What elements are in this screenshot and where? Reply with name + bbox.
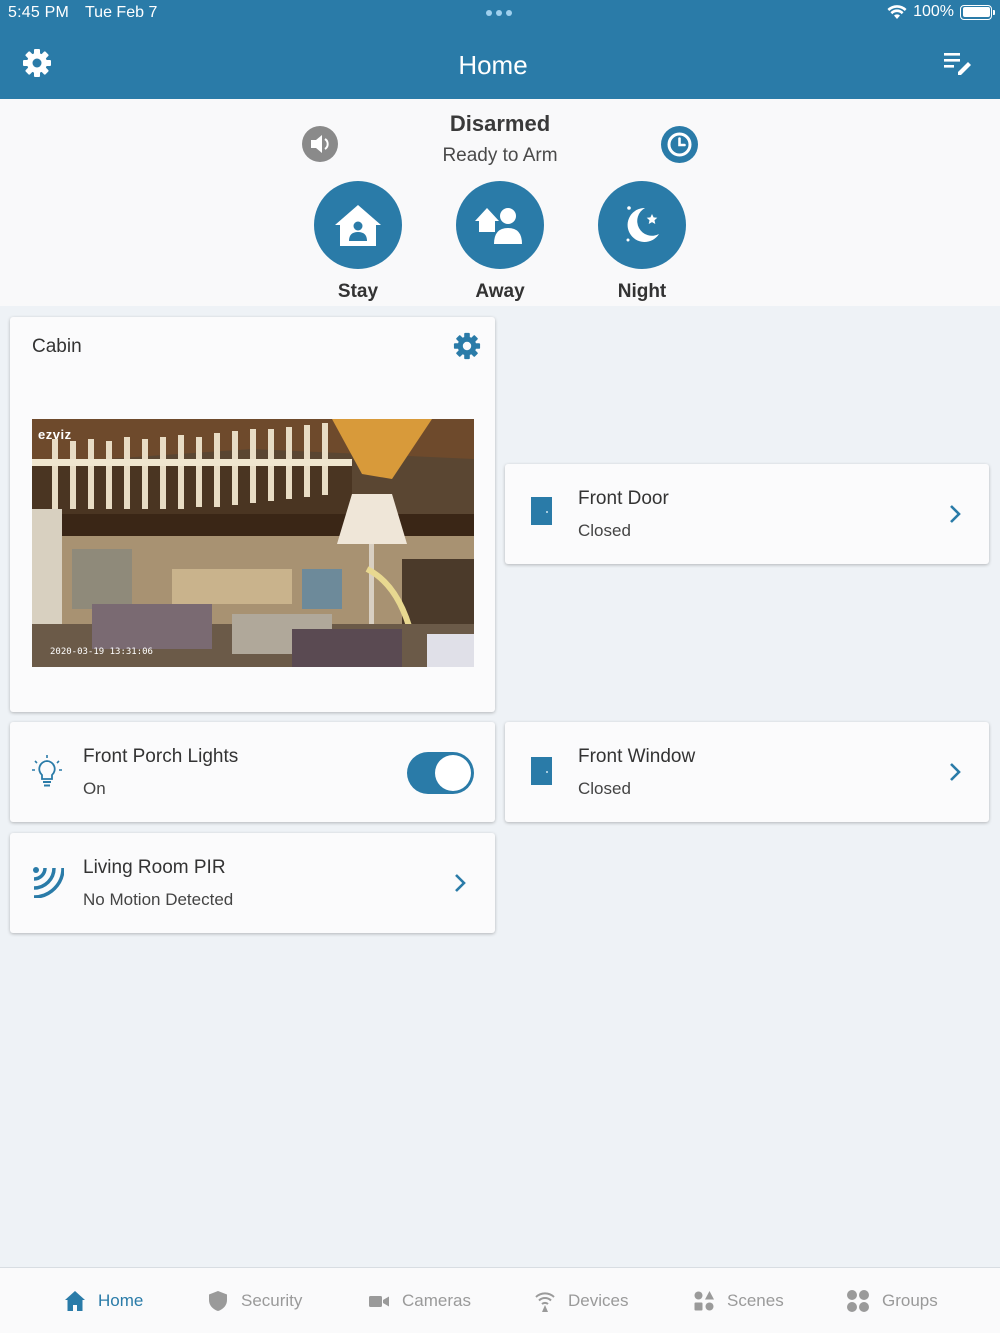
night-label: Night xyxy=(617,281,667,302)
living-room-pir-card[interactable]: Living Room PIR No Motion Detected xyxy=(10,833,495,933)
door-icon xyxy=(531,497,552,525)
moon-stars-icon xyxy=(626,206,659,242)
groups-icon xyxy=(847,1290,869,1312)
home-person-icon xyxy=(335,205,381,246)
shield-icon xyxy=(209,1291,227,1311)
battery-percent: 100% xyxy=(913,3,954,20)
camera-image xyxy=(32,419,474,667)
clock-icon xyxy=(667,132,692,157)
away-person-icon xyxy=(475,208,522,244)
status-time: 5:45 PM xyxy=(8,4,69,21)
away-mode-button[interactable]: Away xyxy=(455,181,545,303)
front-window-card[interactable]: Front Window Closed xyxy=(505,722,989,822)
front-door-state: Closed xyxy=(578,521,631,540)
status-indicators: 100% xyxy=(887,3,995,21)
home-icon xyxy=(65,1291,85,1311)
tab-security[interactable]: Security xyxy=(207,1268,302,1333)
arm-panel: Disarmed Ready to Arm Stay Away Night xyxy=(0,99,1000,306)
tab-security-label: Security xyxy=(241,1291,303,1310)
tab-home-label: Home xyxy=(98,1291,144,1310)
front-porch-lights-state: On xyxy=(83,779,106,798)
front-door-name: Front Door xyxy=(578,488,669,509)
scenes-icon xyxy=(694,1291,714,1311)
speaker-mute-icon xyxy=(311,135,329,153)
camera-name: Cabin xyxy=(32,336,82,357)
multitasking-dots[interactable] xyxy=(486,10,512,16)
motion-sensor-icon xyxy=(33,867,64,898)
camera-card[interactable]: Cabin ezviz 2020-03-19 13:31:06 xyxy=(10,317,495,712)
arm-status: Disarmed xyxy=(449,111,551,136)
tab-scenes[interactable]: Scenes xyxy=(693,1268,784,1333)
front-door-card[interactable]: Front Door Closed xyxy=(505,464,989,564)
page-title: Home xyxy=(458,50,528,80)
bottom-tab-bar: Home Security Cameras Devices Scenes Gro… xyxy=(0,1267,1000,1333)
tab-cameras-label: Cameras xyxy=(402,1291,471,1310)
schedule-button[interactable] xyxy=(661,126,698,163)
camera-timestamp: 2020-03-19 13:31:06 xyxy=(50,647,153,657)
chevron-right-icon[interactable] xyxy=(948,762,962,782)
edit-list-icon[interactable] xyxy=(942,50,972,76)
chevron-right-icon[interactable] xyxy=(948,504,962,524)
front-window-name: Front Window xyxy=(578,746,696,767)
stay-label: Stay xyxy=(337,281,379,302)
wifi-icon xyxy=(535,1292,555,1312)
living-room-pir-name: Living Room PIR xyxy=(83,857,226,878)
living-room-pir-state: No Motion Detected xyxy=(83,890,234,909)
stay-mode-button[interactable]: Stay xyxy=(313,181,403,303)
tab-devices-label: Devices xyxy=(568,1291,629,1310)
battery-icon xyxy=(960,4,995,20)
away-label: Away xyxy=(475,281,525,302)
tab-devices[interactable]: Devices xyxy=(534,1268,628,1333)
wifi-status-icon xyxy=(887,4,907,19)
lights-toggle[interactable] xyxy=(407,752,474,794)
status-date: Tue Feb 7 xyxy=(85,4,158,21)
front-porch-lights-name: Front Porch Lights xyxy=(83,746,239,767)
mute-button[interactable] xyxy=(302,126,338,162)
camera-snapshot[interactable]: ezviz 2020-03-19 13:31:06 xyxy=(32,419,474,667)
tab-scenes-label: Scenes xyxy=(727,1291,784,1310)
window-icon xyxy=(531,757,552,785)
camera-brand-watermark: ezviz xyxy=(38,427,72,442)
tab-groups[interactable]: Groups xyxy=(846,1268,938,1333)
front-window-state: Closed xyxy=(578,779,631,798)
front-porch-lights-card[interactable]: Front Porch Lights On xyxy=(10,722,495,822)
toggle-knob xyxy=(435,755,471,791)
chevron-right-icon[interactable] xyxy=(453,873,467,893)
tab-groups-label: Groups xyxy=(882,1291,938,1310)
lightbulb-icon xyxy=(32,755,62,787)
camera-settings-gear-icon[interactable] xyxy=(453,332,481,360)
camera-icon xyxy=(369,1296,389,1307)
top-bar: 5:45 PM Tue Feb 7 100% Home xyxy=(0,0,1000,99)
night-mode-button[interactable]: Night xyxy=(597,181,687,303)
arm-subtitle: Ready to Arm xyxy=(442,145,558,166)
tab-cameras[interactable]: Cameras xyxy=(368,1268,471,1333)
tab-home[interactable]: Home xyxy=(64,1268,143,1333)
